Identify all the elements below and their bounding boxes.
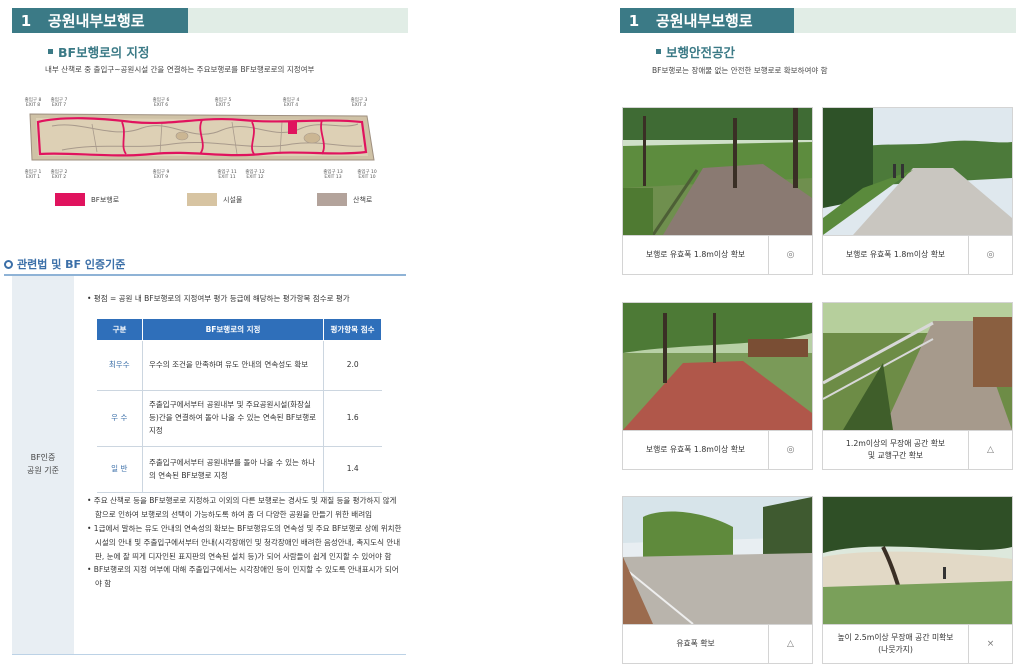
map-exit-label: 출입구 4 EXIT 4 bbox=[282, 98, 300, 109]
rating-mark-icon: △ bbox=[787, 639, 794, 649]
law-label-line: 공원 기준 bbox=[27, 466, 59, 475]
photo-card: 높이 2.5m이상 무장애 공간 미확보 (나뭇가지) × bbox=[822, 496, 1013, 664]
map-exit-label: 출입구 5 EXIT 5 bbox=[214, 98, 232, 109]
map-exit-label: 출입구 9 EXIT 9 bbox=[152, 170, 170, 181]
photo-caption: 보행로 유효폭 1.8m이상 확보 bbox=[623, 236, 769, 274]
legend-item: 시설물 bbox=[187, 193, 242, 206]
right-section-title: 공원내부보행로 bbox=[648, 8, 794, 33]
map-exit-label: 출입구 10 EXIT 10 bbox=[357, 170, 377, 181]
legend-label: BF보행로 bbox=[91, 195, 120, 204]
photo-caption: 보행로 유효폭 1.8m이상 확보 bbox=[623, 431, 769, 469]
table-cell-grade: 일 반 bbox=[96, 446, 143, 493]
map-exit-label: 출입구 6 EXIT 6 bbox=[152, 98, 170, 109]
table-row: 일 반 주출입구에서부터 공원내부를 돌아 나올 수 있는 하나의 연속된 BF… bbox=[96, 446, 382, 493]
circle-bullet-icon bbox=[4, 259, 13, 269]
park-path-photo bbox=[823, 108, 1012, 235]
table-header-row: 구분 BF보행로의 지정 평가항목 점수 bbox=[96, 318, 382, 341]
table-row: 우 수 주출입구에서부터 공원내부 및 주요공원시설(화장실 등)간을 연결하여… bbox=[96, 390, 382, 447]
legend-swatch-facility bbox=[187, 193, 217, 206]
legend-swatch-bf bbox=[55, 193, 85, 206]
map-exit-label: 출입구 13 EXIT 13 bbox=[323, 170, 343, 181]
law-label-line: BF인증 bbox=[30, 453, 56, 463]
park-path-photo bbox=[623, 303, 812, 430]
rating-mark-icon: △ bbox=[987, 445, 994, 455]
rating-mark-icon: × bbox=[986, 639, 995, 649]
table-header-cell: 평가항목 점수 bbox=[323, 318, 382, 341]
legend-swatch-trail bbox=[317, 193, 347, 206]
map-exit-label: 출입구 7 EXIT 7 bbox=[50, 98, 68, 109]
park-map: 출입구 8 EXIT 8 출입구 7 EXIT 7 출입구 6 EXIT 6 출… bbox=[22, 98, 382, 186]
left-header-band bbox=[188, 8, 408, 33]
photo-caption-row: 유효폭 확보 △ bbox=[623, 624, 812, 663]
map-legend: BF보행로 시설물 산책로 bbox=[55, 193, 385, 209]
table-cell-score: 1.4 bbox=[323, 446, 382, 493]
left-section-title: 공원내부보행로 bbox=[40, 8, 188, 33]
photo-caption: 보행로 유효폭 1.8m이상 확보 bbox=[823, 236, 969, 274]
legend-item: 산책로 bbox=[317, 193, 372, 206]
legend-item: BF보행로 bbox=[55, 193, 119, 206]
park-path-photo bbox=[623, 108, 812, 235]
photo-card: 1.2m이상의 무장애 공간 확보 및 교행구간 확보 △ bbox=[822, 302, 1013, 470]
note-item: • 1급에서 말하는 유도 안내의 연속성의 확보는 BF보행유도의 연속성 및… bbox=[87, 523, 402, 561]
park-path-photo bbox=[623, 497, 812, 624]
rating-mark-icon: ◎ bbox=[786, 250, 795, 260]
map-exit-label: 출입구 11 EXIT 11 bbox=[217, 170, 237, 181]
table-row: 최우수 우수의 조건을 만족하며 유도 안내의 연속성도 확보 2.0 bbox=[96, 340, 382, 391]
map-exit-label: 출입구 2 EXIT 2 bbox=[50, 170, 68, 181]
photo-caption-row: 보행로 유효폭 1.8m이상 확보 ◎ bbox=[823, 235, 1012, 274]
park-path-photo bbox=[823, 497, 1012, 624]
table-cell-text: 우수의 조건을 만족하며 유도 안내의 연속성도 확보 bbox=[142, 340, 324, 391]
table-cell-score: 2.0 bbox=[323, 340, 382, 391]
table-cell-grade: 최우수 bbox=[96, 340, 143, 391]
legend-label: 산책로 bbox=[353, 195, 373, 204]
table-cell-text: 주출입구에서부터 공원내부를 돌아 나올 수 있는 하나의 연속된 BF보행로 … bbox=[142, 446, 324, 493]
map-exit-label: 출입구 8 EXIT 8 bbox=[24, 98, 42, 109]
photo-caption-row: 보행로 유효폭 1.8m이상 확보 ◎ bbox=[623, 430, 812, 469]
table-cell-score: 1.6 bbox=[323, 390, 382, 447]
photo-caption: 유효폭 확보 bbox=[623, 625, 769, 663]
table-cell-text: 주출입구에서부터 공원내부 및 주요공원시설(화장실 등)간을 연결하여 돌아 … bbox=[142, 390, 324, 447]
legend-label: 시설물 bbox=[223, 195, 243, 204]
right-description: BF보행로는 장애물 없는 안전한 보행로로 확보하여야 함 bbox=[652, 66, 828, 75]
right-subheading-text: 보행안전공간 bbox=[666, 45, 736, 60]
rating-mark-icon: ◎ bbox=[786, 445, 795, 455]
left-subheading: BF보행로의 지정 bbox=[48, 42, 149, 61]
photo-caption-row: 높이 2.5m이상 무장애 공간 미확보 (나뭇가지) × bbox=[823, 624, 1012, 663]
bullet-square-icon bbox=[656, 49, 661, 54]
note-item: • BF보행로의 지정 여부에 대해 주출입구에서는 시각장애인 등이 인지할 … bbox=[87, 565, 399, 589]
photo-card: 보행로 유효폭 1.8m이상 확보 ◎ bbox=[822, 107, 1013, 275]
rating-mark-icon: ◎ bbox=[986, 250, 995, 260]
bullet-square-icon bbox=[48, 49, 53, 54]
criteria-notes: • 주요 산책로 등을 BF보행로로 지정하고 이외의 다른 보행로는 경사도 … bbox=[87, 494, 403, 591]
left-section-header: 1 공원내부보행로 bbox=[12, 8, 408, 33]
right-section-number: 1 bbox=[620, 8, 648, 33]
law-criteria-label: BF인증 공원 기준 bbox=[12, 276, 74, 654]
table-cell-grade: 우 수 bbox=[96, 390, 143, 447]
photo-caption-row: 1.2m이상의 무장애 공간 확보 및 교행구간 확보 △ bbox=[823, 430, 1012, 469]
note-item: • 주요 산책로 등을 BF보행로로 지정하고 이외의 다른 보행로는 경사도 … bbox=[87, 496, 397, 519]
photo-caption: 높이 2.5m이상 무장애 공간 미확보 (나뭇가지) bbox=[823, 625, 969, 663]
photo-card: 보행로 유효폭 1.8m이상 확보 ◎ bbox=[622, 302, 813, 470]
law-intro-text: • 평점 = 공원 내 BF보행로의 지정여부 평가 등급에 해당하는 평가항목… bbox=[87, 294, 350, 303]
photo-card: 유효폭 확보 △ bbox=[622, 496, 813, 664]
map-exit-label: 출입구 12 EXIT 12 bbox=[245, 170, 265, 181]
left-section-number: 1 bbox=[12, 8, 40, 33]
right-subheading: 보행안전공간 bbox=[656, 42, 735, 61]
right-section-header: 1 공원내부보행로 bbox=[620, 8, 1016, 33]
park-path-photo bbox=[823, 303, 1012, 430]
map-exit-label: 출입구 1 EXIT 1 bbox=[24, 170, 42, 181]
map-exit-label: 출입구 3 EXIT 3 bbox=[350, 98, 368, 109]
law-criteria-box: BF인증 공원 기준 • 평점 = 공원 내 BF보행로의 지정여부 평가 등급… bbox=[12, 276, 406, 655]
criteria-table: 구분 BF보행로의 지정 평가항목 점수 최우수 우수의 조건을 만족하며 유도… bbox=[96, 318, 382, 493]
table-header-cell: BF보행로의 지정 bbox=[142, 318, 324, 341]
photo-caption: 1.2m이상의 무장애 공간 확보 및 교행구간 확보 bbox=[823, 431, 969, 469]
photo-caption-row: 보행로 유효폭 1.8m이상 확보 ◎ bbox=[623, 235, 812, 274]
photo-card: 보행로 유효폭 1.8m이상 확보 ◎ bbox=[622, 107, 813, 275]
table-header-cell: 구분 bbox=[96, 318, 143, 341]
law-section-title: 관련법 및 BF 인증기준 bbox=[4, 256, 125, 272]
law-section-title-text: 관련법 및 BF 인증기준 bbox=[17, 258, 126, 271]
left-description: 내부 산책로 중 출입구~공원시설 간을 연결하는 주요보행로를 BF보행로로의… bbox=[45, 65, 315, 74]
left-subheading-text: BF보행로의 지정 bbox=[58, 45, 150, 60]
right-header-band bbox=[794, 8, 1016, 33]
